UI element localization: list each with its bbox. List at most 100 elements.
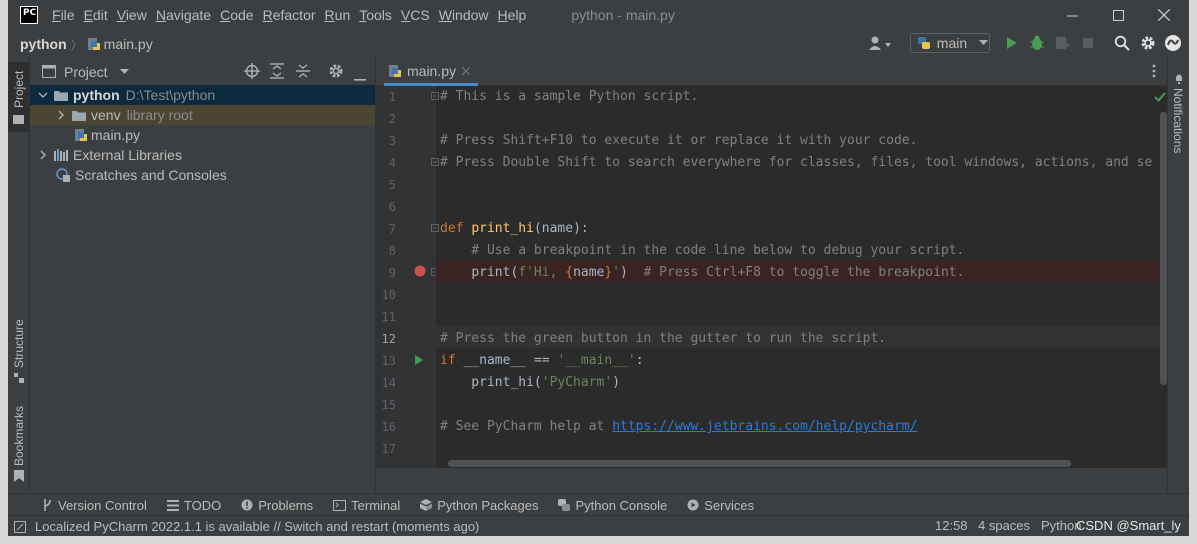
menu-file[interactable]: File bbox=[52, 7, 75, 23]
code-line-12: # Press the green button in the gutter t… bbox=[440, 331, 887, 346]
add-user-button[interactable] bbox=[868, 36, 894, 56]
breadcrumb-separator-icon: 〉 bbox=[70, 37, 83, 52]
caret-position[interactable]: 12:58 bbox=[935, 518, 968, 533]
editor-tab-bar: main.py bbox=[376, 58, 1167, 86]
services-tool-button[interactable]: Services bbox=[687, 498, 754, 513]
pycharm-logo-icon[interactable]: PC bbox=[20, 6, 38, 24]
structure-tool-tab[interactable]: Structure bbox=[8, 316, 29, 388]
python-packages-tool-button[interactable]: Python Packages bbox=[420, 498, 538, 513]
vertical-scrollbar[interactable] bbox=[1160, 112, 1167, 385]
collapse-all-button[interactable] bbox=[296, 63, 310, 83]
todo-tool-button[interactable]: TODO bbox=[166, 498, 221, 513]
maximize-button[interactable] bbox=[1095, 0, 1141, 30]
editor-gutter[interactable]: 1 2 3 4 5 6 7 8 9 10 11 12 13 14 15 16 1… bbox=[376, 86, 439, 468]
terminal-tool-button[interactable]: Terminal bbox=[333, 498, 400, 513]
chevron-right-icon bbox=[58, 110, 64, 120]
project-view-dropdown-icon[interactable] bbox=[119, 68, 130, 76]
breakpoint-icon[interactable] bbox=[414, 265, 426, 277]
python-file-icon bbox=[87, 38, 100, 50]
bookmarks-tool-tab[interactable]: Bookmarks bbox=[8, 402, 29, 486]
code-line-9: print(f'Hi, {name}') # Press Ctrl+F8 to … bbox=[471, 265, 965, 280]
notifications-tool-tab-label: Notifications bbox=[1171, 88, 1185, 154]
tree-item-main-py[interactable]: main.py bbox=[30, 125, 375, 145]
python-console-tool-button[interactable]: Python Console bbox=[558, 498, 667, 513]
stop-button[interactable] bbox=[1082, 37, 1094, 53]
line-number: 7 bbox=[388, 222, 396, 236]
hide-panel-button[interactable] bbox=[354, 70, 366, 85]
fold-icon[interactable] bbox=[431, 92, 439, 100]
menu-navigate[interactable]: Navigate bbox=[156, 7, 211, 23]
help-link[interactable]: https://www.jetbrains.com/help/pycharm/ bbox=[612, 419, 917, 434]
tab-label: main.py bbox=[407, 62, 457, 79]
menu-vcs[interactable]: VCS bbox=[401, 7, 430, 23]
notifications-tool-tab[interactable]: Notifications bbox=[1168, 72, 1189, 172]
stop-icon bbox=[1083, 38, 1093, 48]
debug-button[interactable] bbox=[1029, 35, 1045, 55]
python-icon bbox=[558, 499, 571, 511]
search-button[interactable] bbox=[1114, 35, 1130, 55]
line-number: 9 bbox=[388, 266, 396, 280]
breadcrumb-file[interactable]: main.py bbox=[104, 36, 153, 52]
line-number: 16 bbox=[381, 420, 396, 434]
run-configuration-select[interactable]: main bbox=[910, 33, 990, 53]
python-file-icon bbox=[75, 129, 87, 141]
code-editor[interactable]: 1 2 3 4 5 6 7 8 9 10 11 12 13 14 15 16 1… bbox=[376, 86, 1167, 468]
code-line-3: # Press Shift+F10 to execute it or repla… bbox=[440, 133, 918, 148]
gear-icon bbox=[1141, 36, 1155, 50]
no-problems-check-icon[interactable] bbox=[1154, 92, 1166, 102]
tree-item-scratches[interactable]: Scratches and Consoles bbox=[30, 165, 375, 185]
tree-item-label: venv bbox=[91, 107, 121, 123]
menu-help[interactable]: Help bbox=[498, 7, 527, 23]
close-button[interactable] bbox=[1141, 0, 1187, 30]
status-message[interactable]: Localized PyCharm 2022.1.1 is available … bbox=[35, 519, 479, 534]
menu-refactor[interactable]: Refactor bbox=[263, 7, 316, 23]
line-number: 6 bbox=[388, 200, 396, 214]
list-icon bbox=[166, 499, 179, 511]
expand-all-button[interactable] bbox=[270, 63, 284, 83]
horizontal-scrollbar[interactable] bbox=[448, 460, 1071, 467]
line-number: 2 bbox=[388, 112, 396, 126]
window-title: python - main.py bbox=[571, 7, 675, 23]
run-gutter-icon[interactable] bbox=[414, 354, 424, 366]
menu-edit[interactable]: Edit bbox=[84, 7, 108, 23]
problems-tool-button[interactable]: Problems bbox=[241, 498, 313, 513]
project-options-button[interactable] bbox=[328, 63, 344, 83]
fold-icon[interactable] bbox=[431, 224, 439, 232]
title-bar: PC File Edit View Navigate Code Refactor… bbox=[8, 0, 1189, 30]
tool-button-label: Python Console bbox=[575, 497, 668, 513]
tree-item-label: Scratches and Consoles bbox=[75, 167, 227, 183]
collapse-all-icon bbox=[296, 64, 310, 78]
code-line-13: if __name__ == '__main__': bbox=[440, 353, 644, 368]
code-line-4: # Press Double Shift to search everywher… bbox=[440, 155, 1153, 170]
chevron-down-icon bbox=[38, 92, 48, 98]
tree-item-external-libraries[interactable]: External Libraries bbox=[30, 145, 375, 165]
minimize-icon bbox=[1066, 15, 1078, 16]
breadcrumb-project[interactable]: python bbox=[20, 36, 67, 52]
tree-item-venv[interactable]: venv library root bbox=[30, 105, 375, 125]
minimize-button[interactable] bbox=[1049, 0, 1095, 30]
tab-options-button[interactable] bbox=[1152, 64, 1156, 82]
menu-view[interactable]: View bbox=[117, 7, 147, 23]
folder-icon bbox=[13, 115, 24, 124]
event-log-icon[interactable] bbox=[14, 520, 26, 533]
coverage-button[interactable] bbox=[1055, 36, 1071, 54]
coverage-icon bbox=[1056, 37, 1070, 49]
locate-file-button[interactable] bbox=[244, 63, 260, 83]
run-button[interactable] bbox=[1005, 36, 1019, 54]
menu-run[interactable]: Run bbox=[325, 7, 351, 23]
menu-code[interactable]: Code bbox=[220, 7, 253, 23]
indent-setting[interactable]: 4 spaces bbox=[978, 518, 1030, 533]
fold-icon[interactable] bbox=[431, 158, 439, 166]
settings-button[interactable] bbox=[1140, 35, 1156, 55]
tab-main-py[interactable]: main.py bbox=[384, 58, 479, 86]
tree-item-project-root[interactable]: python D:\Test\python bbox=[30, 85, 375, 105]
code-line-1: # This is a sample Python script. bbox=[440, 89, 699, 104]
project-tool-tab[interactable]: Project bbox=[8, 62, 29, 132]
jetbrains-logo-button[interactable] bbox=[1164, 34, 1182, 56]
version-control-tool-button[interactable]: Version Control bbox=[42, 498, 147, 513]
menu-tools[interactable]: Tools bbox=[359, 7, 392, 23]
close-tab-icon[interactable] bbox=[462, 66, 471, 75]
packages-icon bbox=[420, 499, 433, 511]
project-panel-title[interactable]: Project bbox=[64, 64, 108, 80]
menu-window[interactable]: Window bbox=[439, 7, 489, 23]
